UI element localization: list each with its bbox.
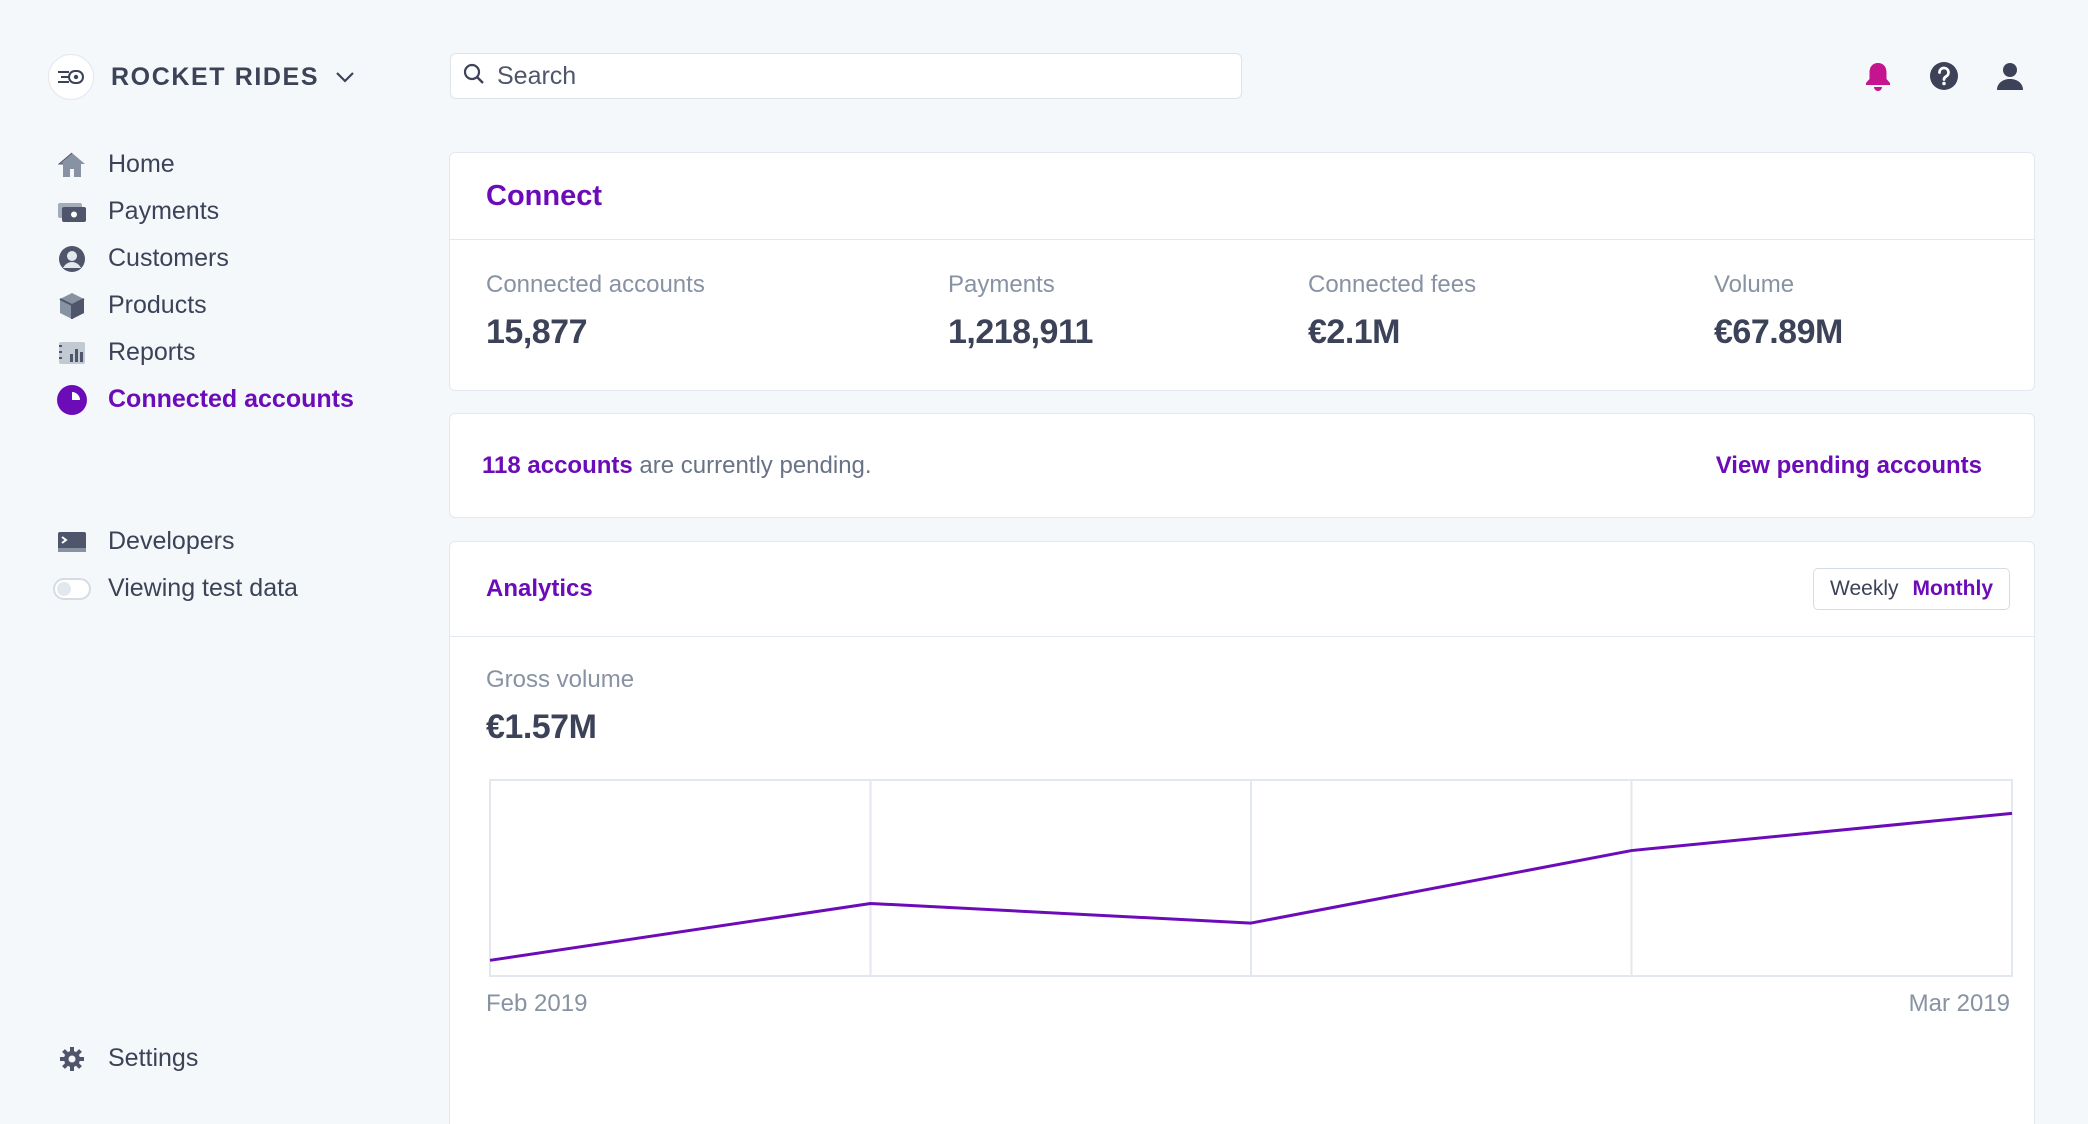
monthly-option[interactable]: Monthly (1913, 577, 1993, 601)
x-tick-label: Mar 2019 (1908, 990, 2010, 1017)
metric-label: Gross volume (486, 666, 635, 693)
sidebar-item-label: Home (108, 150, 175, 178)
stat-volume: Volume €67.89M (1714, 271, 1843, 352)
stat-label: Payments (948, 271, 1055, 298)
search-input[interactable] (497, 61, 1197, 91)
products-icon (52, 286, 92, 326)
analytics-title: Analytics (486, 575, 593, 602)
search-box[interactable] (450, 53, 1242, 99)
analytics-card: Analytics Weekly Monthly Gross volume €1… (449, 541, 2035, 1124)
chevron-down-icon (335, 71, 355, 83)
sidebar-item-label: Developers (108, 527, 235, 555)
weekly-option[interactable]: Weekly (1830, 577, 1898, 601)
sidebar-item-payments[interactable]: Payments (52, 188, 354, 235)
stat-label: Volume (1714, 271, 1795, 298)
customers-icon (52, 239, 92, 279)
card-header: Connect (450, 153, 2034, 240)
stat-connected-accounts: Connected accounts 15,877 (486, 271, 705, 352)
stat-value: €2.1M (1308, 313, 1401, 351)
view-pending-accounts-link[interactable]: View pending accounts (1716, 452, 1982, 480)
stat-payments: Payments 1,218,911 (948, 271, 1093, 352)
sidebar-item-label: Payments (108, 197, 220, 225)
stat-value: €67.89M (1714, 313, 1843, 351)
help-icon[interactable] (1926, 58, 1962, 94)
card-header: Analytics Weekly Monthly (450, 542, 2034, 637)
rocket-rides-logo (48, 54, 94, 100)
stat-label: Connected fees (1308, 271, 1477, 298)
sidebar-item-label: Reports (108, 338, 196, 366)
terminal-icon (52, 522, 92, 562)
brand-name: ROCKET RIDES (111, 62, 320, 91)
stat-value: 15,877 (486, 313, 587, 351)
sidebar-item-label: Settings (108, 1044, 199, 1072)
sidebar-item-label: Customers (108, 244, 229, 272)
sidebar-footer-nav: Settings (52, 1035, 198, 1082)
stat-label: Connected accounts (486, 271, 705, 298)
metric-value: €1.57M (486, 708, 597, 746)
sidebar-secondary-nav: Developers Viewing test data (52, 518, 298, 612)
connect-title: Connect (486, 179, 602, 212)
sidebar-item-settings[interactable]: Settings (52, 1035, 198, 1082)
search-icon (463, 63, 485, 90)
sidebar-item-products[interactable]: Products (52, 282, 354, 329)
test-data-toggle[interactable] (52, 569, 92, 609)
reports-icon (52, 333, 92, 373)
home-icon (52, 145, 92, 185)
connected-accounts-icon (52, 380, 92, 420)
stat-connected-fees: Connected fees €2.1M (1308, 271, 1476, 352)
gear-icon (52, 1039, 92, 1079)
gross-volume-chart (489, 779, 2013, 977)
sidebar-nav: Home Payments Customers Products Reports… (52, 141, 354, 423)
sidebar-item-home[interactable]: Home (52, 141, 354, 188)
pending-count-link[interactable]: 118 accounts (482, 452, 633, 479)
sidebar-item-connected-accounts[interactable]: Connected accounts (52, 376, 354, 423)
sidebar-item-label: Products (108, 291, 207, 319)
x-tick-label: Feb 2019 (486, 990, 588, 1017)
sidebar-item-customers[interactable]: Customers (52, 235, 354, 282)
payments-icon (52, 192, 92, 232)
sidebar-item-label: Connected accounts (108, 385, 354, 413)
bell-icon[interactable] (1860, 58, 1896, 94)
pending-message: 118 accounts are currently pending. (482, 452, 872, 480)
pending-message-text: are currently pending. (632, 451, 872, 479)
test-data-label: Viewing test data (108, 574, 298, 602)
account-switcher[interactable]: ROCKET RIDES (48, 54, 355, 100)
period-toggle: Weekly Monthly (1813, 568, 2010, 610)
sidebar-item-developers[interactable]: Developers (52, 518, 298, 565)
stat-value: 1,218,911 (948, 313, 1093, 351)
connect-summary-card: Connect Connected accounts 15,877 Paymen… (449, 152, 2035, 391)
user-icon[interactable] (1992, 58, 2028, 94)
pending-accounts-banner: 118 accounts are currently pending. View… (449, 413, 2035, 518)
sidebar-item-reports[interactable]: Reports (52, 329, 354, 376)
test-data-toggle-row[interactable]: Viewing test data (52, 565, 298, 612)
